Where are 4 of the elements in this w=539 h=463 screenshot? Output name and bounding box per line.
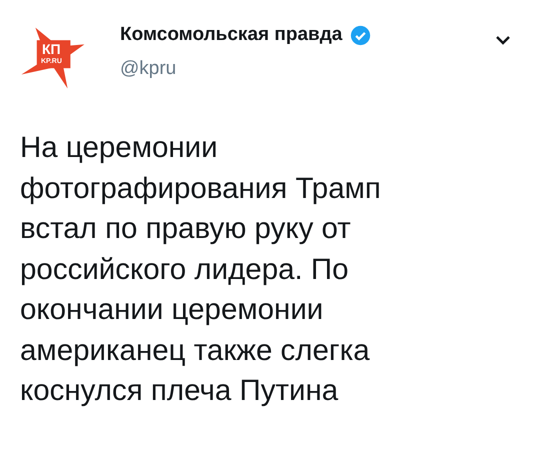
logo-text: КП (42, 42, 61, 57)
tweet-text: На церемонии фотографирования Трамп встал по правую руку от российского лидера. По окончании церемонии американец также слегка коснулся плеча Путина (20, 130, 382, 409)
author-handle: @kpru (120, 58, 178, 80)
author-name[interactable]: Комсомольская правда (120, 24, 342, 46)
